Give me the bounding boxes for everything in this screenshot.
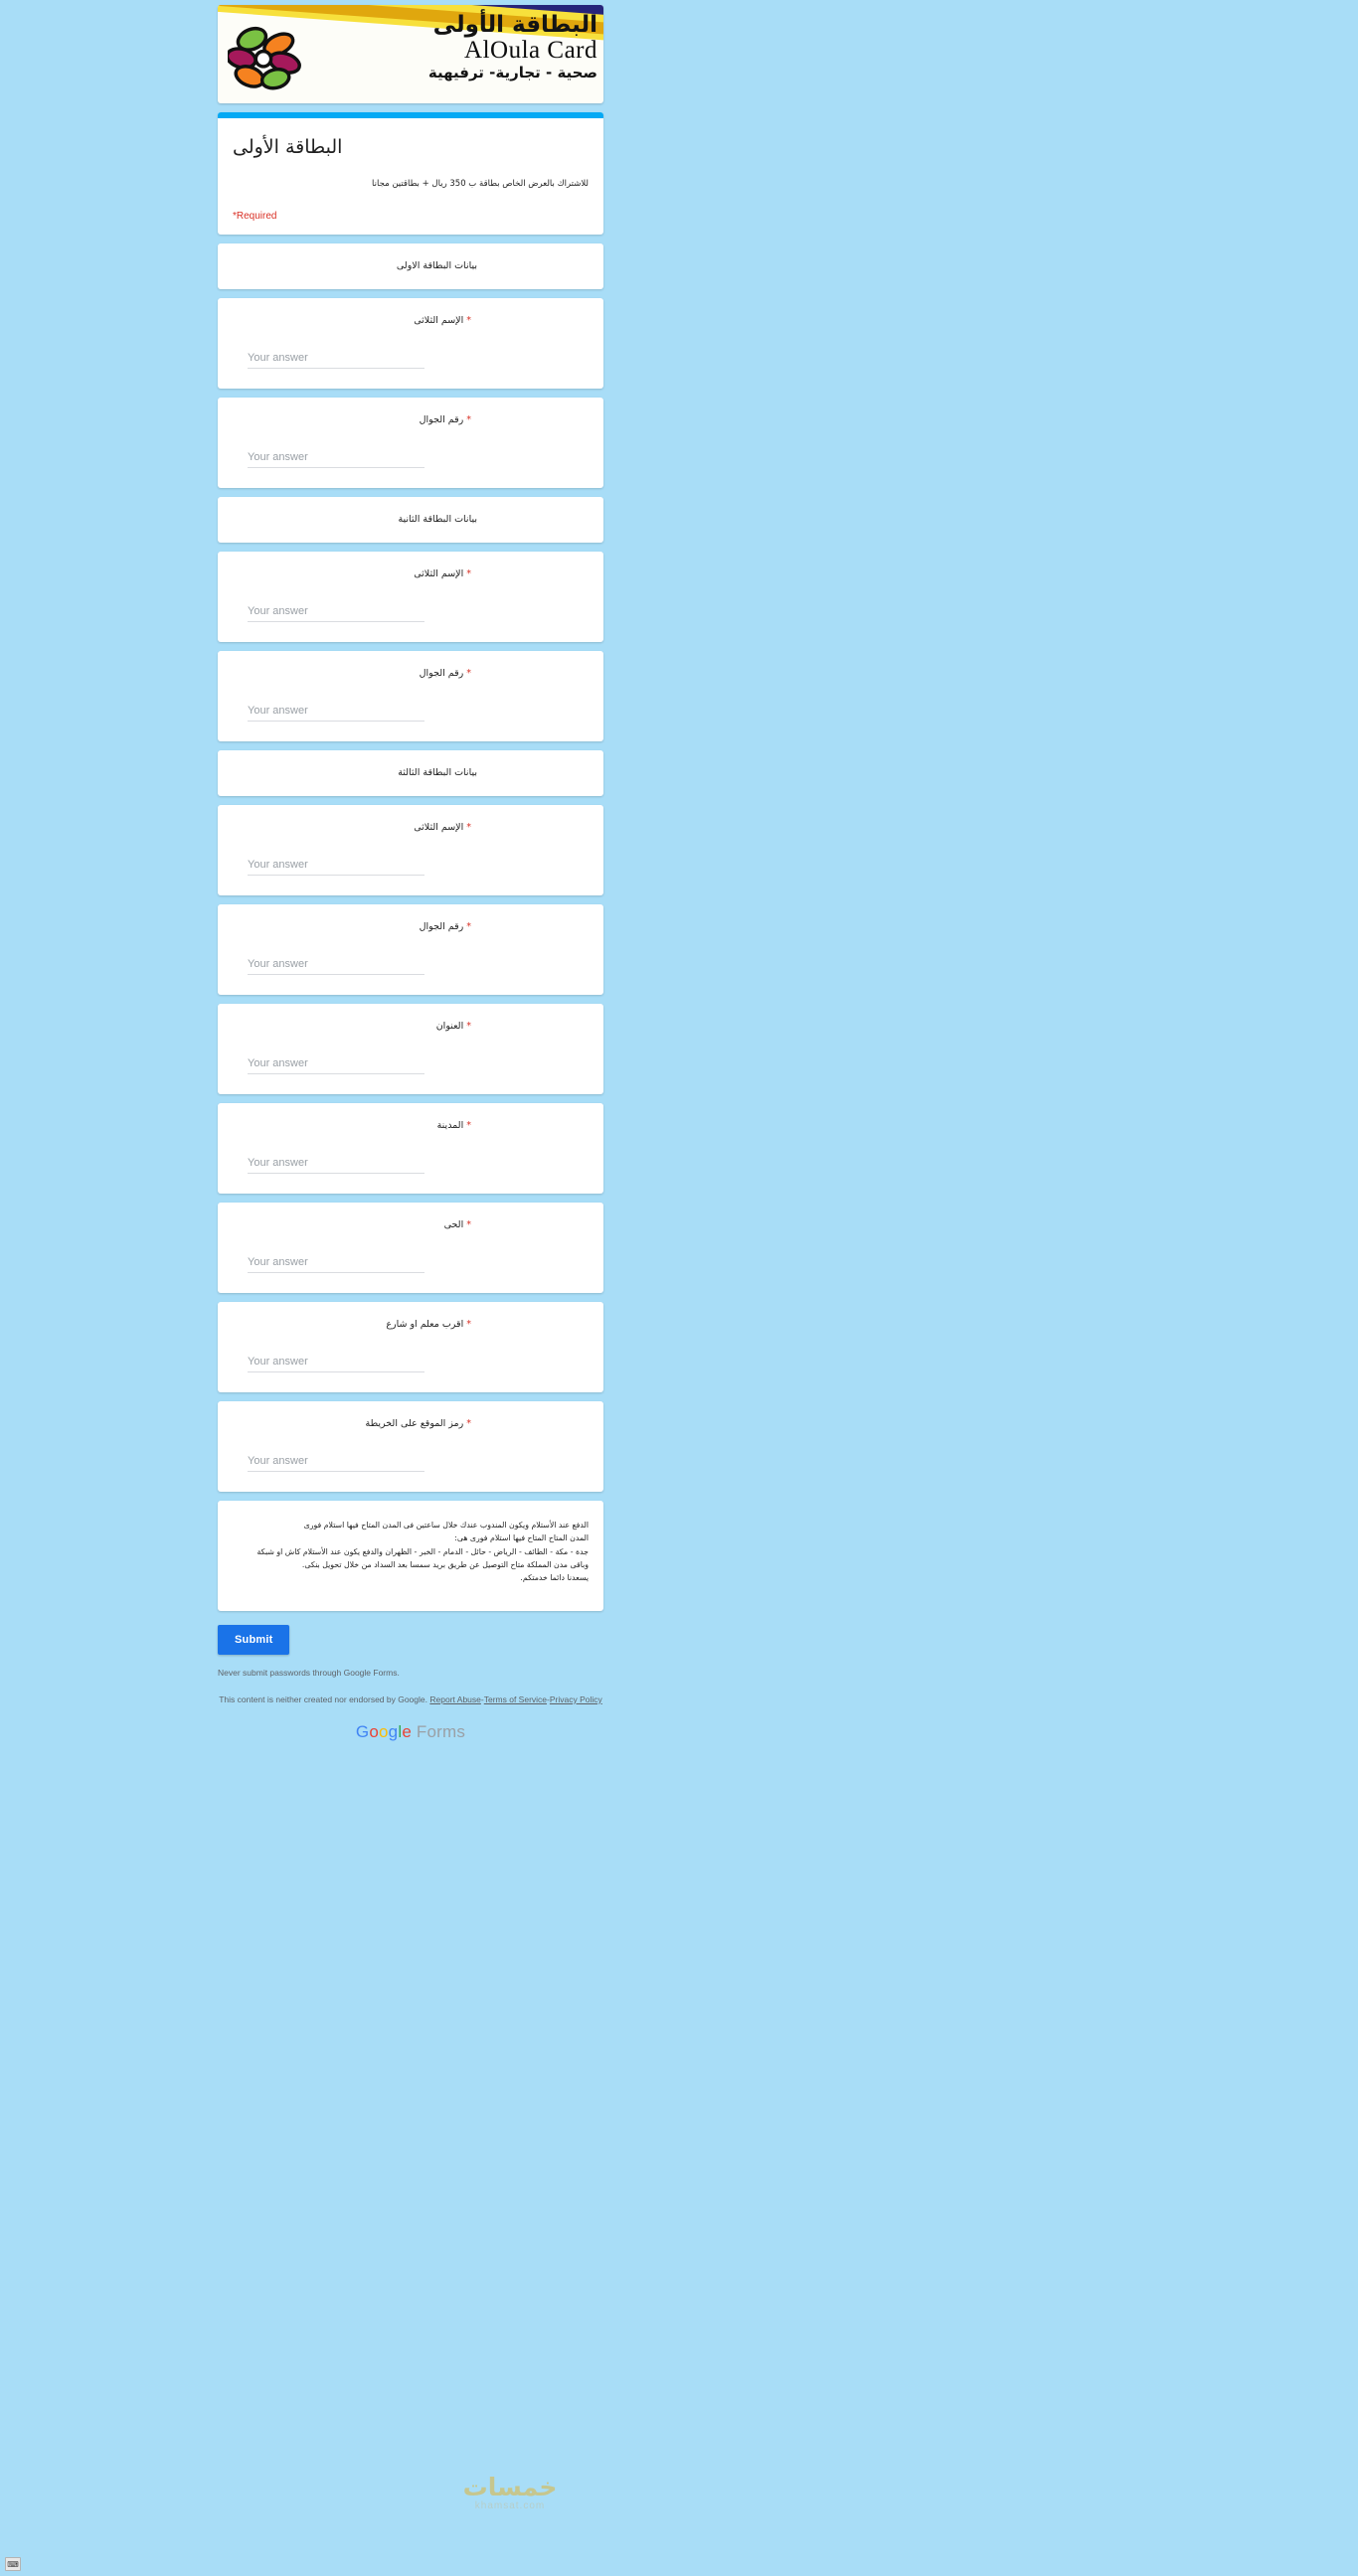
banner-arabic-title: البطاقة الأولى — [432, 12, 597, 38]
disclaimer-text: This content is neither created nor endo… — [219, 1693, 427, 1704]
form-title-card: البطاقة الأولى للاشتراك بالعرض الخاص بطا… — [218, 112, 603, 235]
banner-text-block: البطاقة الأولى AlOula Card صحية - تجارية… — [312, 13, 597, 81]
privacy-policy-link[interactable]: Privacy Policy — [550, 1694, 602, 1704]
info-line-4: وباقى مدن المملكة متاح التوصيل عن طريق ب… — [301, 1559, 589, 1569]
required-star: * — [466, 821, 471, 833]
question-label: * الحى — [233, 1219, 589, 1230]
required-star: * — [466, 413, 471, 425]
info-line-3: جدة - مكة - الطائف - الرياض - حائل - الد… — [256, 1546, 590, 1556]
question-card-8: * المدينة — [218, 1102, 603, 1194]
question-card-9: * الحى — [218, 1202, 603, 1293]
required-star: * — [466, 567, 471, 579]
watermark-url: khamsat.com — [474, 2500, 546, 2511]
google-logo-letter-g: G — [355, 1721, 370, 1741]
required-star: * — [466, 1218, 471, 1230]
question-text: العنوان — [435, 1020, 464, 1032]
answer-input-9[interactable] — [248, 1255, 424, 1273]
google-logo-letter-e: e — [402, 1721, 412, 1741]
answer-input-11[interactable] — [248, 1454, 424, 1472]
google-logo-letter-o2: o — [379, 1721, 389, 1741]
required-star: * — [466, 920, 471, 932]
section-label: بيانات البطاقة الثالثة — [398, 766, 477, 778]
taskbar-item[interactable]: ⌨ — [5, 2557, 21, 2571]
google-forms-logo[interactable]: Google Forms — [218, 1722, 603, 1742]
page-title: البطاقة الأولى — [233, 136, 343, 158]
answer-input-10[interactable] — [248, 1355, 424, 1372]
question-text: المدينة — [436, 1119, 464, 1131]
terms-of-service-link[interactable]: Terms of Service — [484, 1694, 547, 1704]
question-label: * العنوان — [233, 1021, 589, 1032]
question-text: الإسم الثلاثى — [414, 314, 464, 326]
section-header-card-2: بيانات البطاقة الثانية — [218, 496, 603, 543]
answer-input-6[interactable] — [248, 957, 424, 975]
question-label: * رقم الجوال — [233, 414, 589, 425]
google-logo-letter-o1: o — [369, 1721, 380, 1741]
question-card-6: * رقم الجوال — [218, 903, 603, 995]
question-card-5: * الإسم الثلاثى — [218, 804, 603, 895]
question-text: الإسم الثلاثى — [414, 821, 464, 833]
watermark-arabic: خمسات — [462, 2473, 558, 2501]
answer-input-5[interactable] — [248, 858, 424, 876]
required-star: * — [466, 314, 471, 326]
section-header-card-3: بيانات البطاقة الثالثة — [218, 749, 603, 796]
answer-input-3[interactable] — [248, 604, 424, 622]
question-label: * رمز الموقع على الخريطة — [233, 1418, 589, 1429]
required-star: * — [466, 1020, 471, 1032]
question-card-7: * العنوان — [218, 1003, 603, 1094]
never-submit-passwords-note: Never submit passwords through Google Fo… — [218, 1667, 400, 1678]
question-card-2: * رقم الجوال — [218, 397, 603, 488]
forms-word: Forms — [416, 1721, 466, 1741]
question-card-3: * الإسم الثلاثى — [218, 551, 603, 642]
info-text-block: الدفع عند الأستلام ويكون المندوب عندك خل… — [233, 1519, 590, 1585]
question-card-10: * اقرب معلم او شارع — [218, 1301, 603, 1392]
google-logo-letter-g2: g — [388, 1721, 399, 1741]
answer-input-7[interactable] — [248, 1056, 424, 1074]
question-text: اقرب معلم او شارع — [386, 1318, 464, 1330]
submit-button[interactable]: Submit — [218, 1624, 290, 1655]
question-text: الحى — [443, 1218, 464, 1230]
answer-input-8[interactable] — [248, 1156, 424, 1174]
info-line-5: يسعدنا دائما خدمتكم. — [520, 1573, 589, 1583]
form-description: للاشتراك بالعرض الخاص بطاقة ب 350 ريال +… — [372, 179, 589, 189]
form-header-banner-image: البطاقة الأولى AlOula Card صحية - تجارية… — [218, 5, 603, 103]
section-label: بيانات البطاقة الثانية — [398, 513, 477, 525]
required-star: * — [466, 1119, 471, 1131]
khamsat-watermark: خمسات khamsat.com — [391, 2475, 629, 2511]
report-abuse-link[interactable]: Report Abuse — [429, 1694, 481, 1704]
question-card-4: * رقم الجوال — [218, 650, 603, 741]
question-label: * رقم الجوال — [233, 921, 589, 932]
form-column: البطاقة الأولى AlOula Card صحية - تجارية… — [218, 5, 603, 1742]
page-root: البطاقة الأولى AlOula Card صحية - تجارية… — [0, 0, 1358, 2576]
banner-arabic-subtitle: صحية - تجارية- ترفيهية — [427, 64, 597, 82]
info-line-1: الدفع عند الأستلام ويكون المندوب عندك خل… — [303, 1520, 589, 1530]
section-label: بيانات البطاقة الاولى — [396, 259, 477, 271]
answer-input-1[interactable] — [248, 351, 424, 369]
answer-input-2[interactable] — [248, 450, 424, 468]
question-label: * الإسم الثلاثى — [233, 315, 589, 326]
question-text: رقم الجوال — [419, 920, 464, 932]
question-label: * رقم الجوال — [233, 668, 589, 679]
required-star: * — [466, 1318, 471, 1330]
info-line-2: المدن المتاح المتاح فيها استلام فورى هى: — [454, 1533, 589, 1543]
answer-input-4[interactable] — [248, 704, 424, 722]
required-star: * — [466, 1417, 471, 1429]
question-text: رقم الجوال — [419, 667, 464, 679]
question-label: * المدينة — [233, 1120, 589, 1131]
required-star: * — [466, 667, 471, 679]
question-card-11: * رمز الموقع على الخريطة — [218, 1400, 603, 1492]
question-text: الإسم الثلاثى — [414, 567, 464, 579]
flower-logo-icon — [228, 26, 301, 90]
google-disclaimer: This content is neither created nor endo… — [218, 1694, 603, 1704]
info-text-card: الدفع عند الأستلام ويكون المندوب عندك خل… — [218, 1500, 603, 1611]
question-text: رقم الجوال — [419, 413, 464, 425]
question-text: رمز الموقع على الخريطة — [365, 1417, 464, 1429]
question-card-1: * الإسم الثلاثى — [218, 297, 603, 389]
section-header-card-1: بيانات البطاقة الاولى — [218, 242, 603, 289]
question-label: * اقرب معلم او شارع — [233, 1319, 589, 1330]
question-label: * الإسم الثلاثى — [233, 822, 589, 833]
question-label: * الإسم الثلاثى — [233, 568, 589, 579]
submit-row: Submit — [218, 1624, 603, 1655]
required-note: *Required — [233, 210, 277, 222]
banner-latin-title: AlOula Card — [464, 37, 597, 65]
